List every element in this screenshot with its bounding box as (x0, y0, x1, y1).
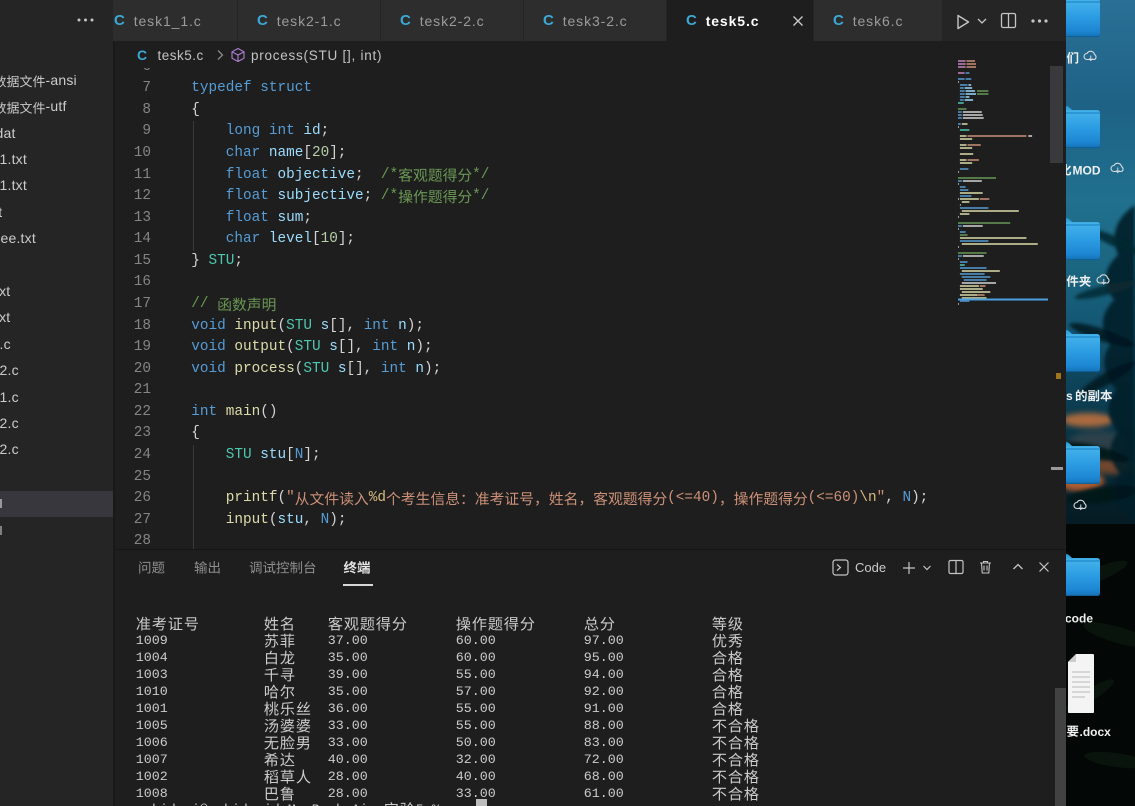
svg-text:s: s (1066, 389, 1073, 403)
svg-text:.docx: .docx (1080, 725, 1112, 739)
svg-text:MOD: MOD (1073, 164, 1101, 178)
svg-text:code: code (1066, 612, 1093, 626)
